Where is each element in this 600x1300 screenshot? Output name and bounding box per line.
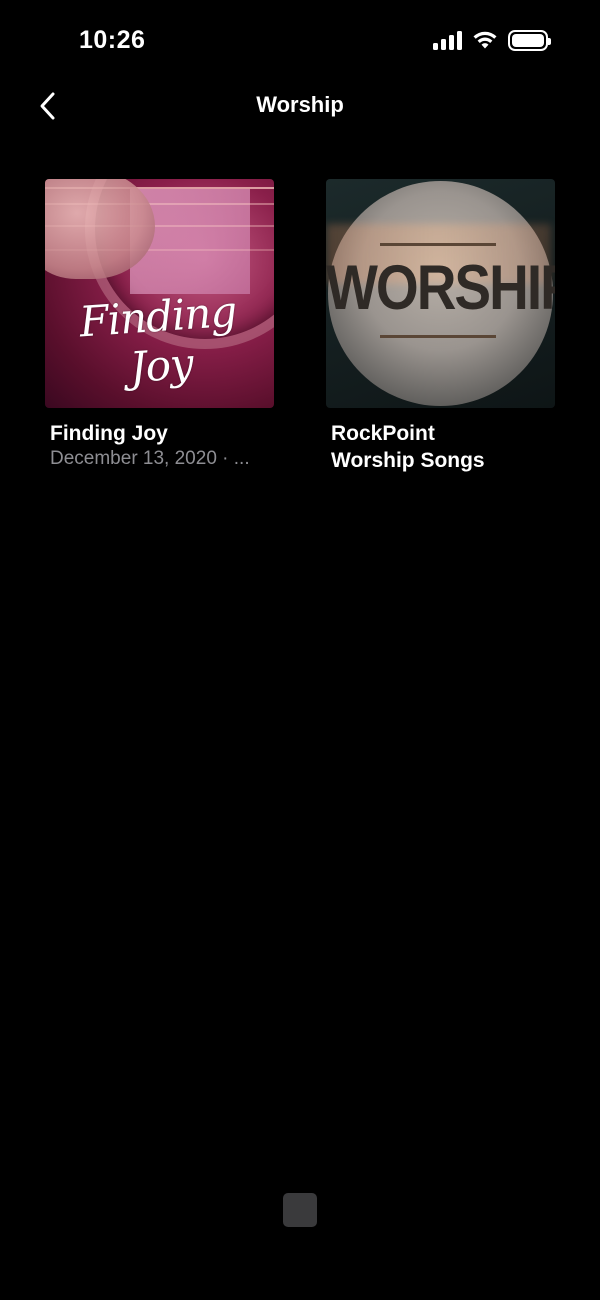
home-button[interactable] [283, 1193, 317, 1227]
media-item-title-line2: Worship Songs [331, 449, 485, 472]
status-time: 10:26 [79, 26, 146, 54]
wifi-icon [473, 31, 497, 49]
media-item-finding-joy[interactable]: Finding Joy Finding Joy December 13, 202… [45, 179, 274, 471]
media-item-date: December 13, 2020 · ... [50, 448, 250, 469]
media-item-title-line1: RockPoint [331, 422, 435, 445]
finding-joy-thumbnail[interactable]: Finding Joy [45, 179, 274, 408]
thumbnail-script-text: Finding Joy [77, 286, 238, 393]
page-title: Worship [256, 92, 344, 117]
status-icons [433, 28, 551, 52]
media-item-rockpoint-worship-songs[interactable]: WORSHIP RockPoint Worship Songs [326, 179, 555, 474]
battery-icon [508, 29, 551, 51]
media-item-title: RockPoint Worship Songs [326, 420, 555, 474]
thumbnail-worship-text: WORSHIP [326, 251, 555, 323]
worship-songs-thumbnail[interactable]: WORSHIP [326, 179, 555, 408]
media-item-title: Finding Joy [50, 422, 168, 445]
cellular-signal-icon [433, 30, 462, 50]
